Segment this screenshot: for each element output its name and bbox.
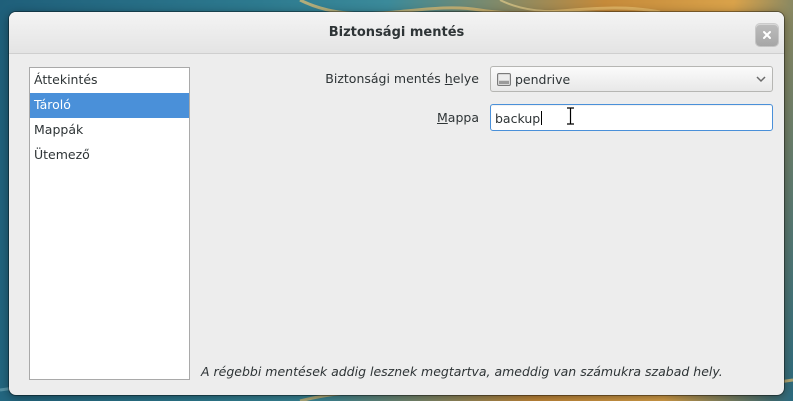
folder-label: Mappa (369, 110, 479, 125)
drive-icon (497, 73, 511, 86)
location-label-suffix: elye (452, 71, 479, 86)
folder-input[interactable]: backup (490, 104, 773, 131)
sidebar-item-schedule[interactable]: Ütemező (30, 143, 189, 168)
titlebar: Biztonsági mentés (9, 12, 784, 54)
sidebar-item-folders[interactable]: Mappák (30, 118, 189, 143)
ibeam-cursor-icon (567, 107, 574, 125)
text-caret (541, 111, 543, 125)
folder-input-value: backup (495, 111, 543, 126)
sidebar-item-storage[interactable]: Tároló (30, 93, 189, 118)
folder-value-text: backup (495, 111, 541, 126)
retention-note: A régebbi mentések addig lesznek megtart… (201, 364, 723, 379)
sidebar: Áttekintés Tároló Mappák Ütemező (29, 67, 190, 380)
close-icon (763, 31, 771, 39)
backup-location-value: pendrive (515, 72, 571, 87)
backup-location-combo[interactable]: pendrive (490, 66, 773, 92)
backup-location-label: Biztonsági mentés helye (269, 71, 479, 86)
window-title: Biztonsági mentés (328, 25, 465, 40)
chevron-down-icon (756, 76, 766, 83)
location-label-prefix: Biztonsági mentés (325, 71, 445, 86)
backup-window: Biztonsági mentés Áttekintés Tároló Mapp… (9, 12, 784, 395)
sidebar-item-overview[interactable]: Áttekintés (30, 68, 189, 93)
location-label-mnemonic: h (444, 71, 453, 86)
close-button[interactable] (756, 24, 778, 46)
folder-label-suffix: appa (447, 110, 479, 125)
folder-label-mnemonic: M (437, 110, 448, 125)
